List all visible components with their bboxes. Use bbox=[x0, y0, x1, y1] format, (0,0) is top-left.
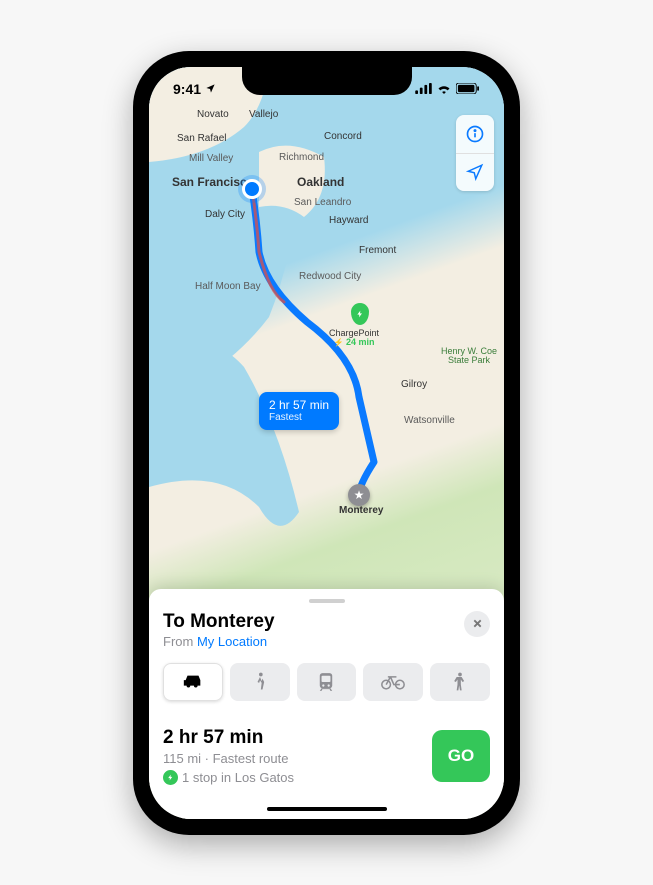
mode-walk[interactable] bbox=[230, 663, 290, 701]
map-locate-button[interactable] bbox=[456, 153, 494, 191]
bike-icon bbox=[381, 674, 405, 690]
car-icon bbox=[182, 674, 204, 690]
map-info-button[interactable] bbox=[456, 115, 494, 153]
city-fremont: Fremont bbox=[359, 245, 396, 256]
mode-transit[interactable] bbox=[297, 663, 357, 701]
city-redwood-city: Redwood City bbox=[299, 271, 361, 282]
map-controls bbox=[456, 115, 494, 191]
walk-icon bbox=[253, 672, 267, 692]
city-monterey: Monterey bbox=[339, 505, 383, 516]
from-location-link[interactable]: My Location bbox=[197, 634, 267, 649]
battery-icon bbox=[456, 83, 480, 94]
city-san-leandro: San Leandro bbox=[294, 197, 351, 208]
sheet-title: To Monterey bbox=[163, 611, 275, 633]
rideshare-icon bbox=[453, 672, 467, 692]
screen: 9:41 Novato Vallejo San Rafael Mill Vall… bbox=[149, 67, 504, 819]
transport-mode-row bbox=[163, 663, 490, 701]
charge-station-label: ChargePoint ⚡ 24 min bbox=[329, 329, 379, 349]
city-hayward: Hayward bbox=[329, 215, 368, 226]
city-san-rafael: San Rafael bbox=[177, 133, 226, 144]
go-button-label: GO bbox=[448, 746, 474, 766]
mode-rideshare[interactable] bbox=[430, 663, 490, 701]
location-arrow-icon bbox=[205, 83, 216, 94]
status-time: 9:41 bbox=[173, 81, 216, 97]
close-button[interactable] bbox=[464, 611, 490, 637]
sheet-grabber[interactable] bbox=[309, 599, 345, 603]
close-icon bbox=[472, 618, 483, 629]
transit-icon bbox=[318, 672, 334, 692]
route-stop: 1 stop in Los Gatos bbox=[163, 770, 294, 785]
city-mill-valley: Mill Valley bbox=[189, 153, 233, 164]
city-oakland: Oakland bbox=[297, 175, 344, 189]
phone-frame: 9:41 Novato Vallejo San Rafael Mill Vall… bbox=[133, 51, 520, 835]
status-time-text: 9:41 bbox=[173, 81, 201, 97]
notch bbox=[242, 67, 412, 95]
sheet-subtitle: From My Location bbox=[163, 634, 275, 649]
park-henry-coe: Henry W. Coe State Park bbox=[434, 347, 504, 367]
mode-bike[interactable] bbox=[363, 663, 423, 701]
from-prefix: From bbox=[163, 634, 197, 649]
route-card: 2 hr 57 min 115 mi · Fastest route 1 sto… bbox=[163, 727, 490, 785]
route-callout-time: 2 hr 57 min bbox=[269, 398, 329, 412]
route-detail: 115 mi · Fastest route bbox=[163, 751, 294, 766]
route-info: 2 hr 57 min 115 mi · Fastest route 1 sto… bbox=[163, 727, 294, 785]
bolt-icon bbox=[167, 773, 174, 782]
wifi-icon bbox=[436, 83, 452, 94]
bolt-badge-icon bbox=[163, 770, 178, 785]
info-icon bbox=[465, 124, 485, 144]
signal-icon bbox=[415, 83, 432, 94]
city-concord: Concord bbox=[324, 131, 362, 142]
city-half-moon-bay: Half Moon Bay bbox=[195, 281, 261, 292]
bolt-icon bbox=[356, 309, 364, 319]
sheet-header: To Monterey From My Location bbox=[163, 611, 490, 649]
city-daly-city: Daly City bbox=[205, 209, 245, 220]
city-watsonville: Watsonville bbox=[404, 415, 455, 426]
status-right bbox=[415, 83, 480, 94]
route-callout[interactable]: 2 hr 57 min Fastest bbox=[259, 392, 339, 430]
route-stop-text: 1 stop in Los Gatos bbox=[182, 770, 294, 785]
route-callout-label: Fastest bbox=[269, 412, 329, 424]
go-button[interactable]: GO bbox=[432, 730, 490, 782]
location-arrow-icon bbox=[466, 163, 484, 181]
city-gilroy: Gilroy bbox=[401, 379, 427, 390]
destination-pin[interactable]: ★ bbox=[348, 484, 370, 506]
home-indicator[interactable] bbox=[267, 807, 387, 811]
directions-sheet[interactable]: To Monterey From My Location bbox=[149, 589, 504, 819]
city-richmond: Richmond bbox=[279, 152, 324, 163]
mode-drive[interactable] bbox=[163, 663, 223, 701]
current-location-dot bbox=[242, 179, 262, 199]
charge-station-wait: 24 min bbox=[346, 337, 375, 347]
route-time: 2 hr 57 min bbox=[163, 727, 294, 749]
